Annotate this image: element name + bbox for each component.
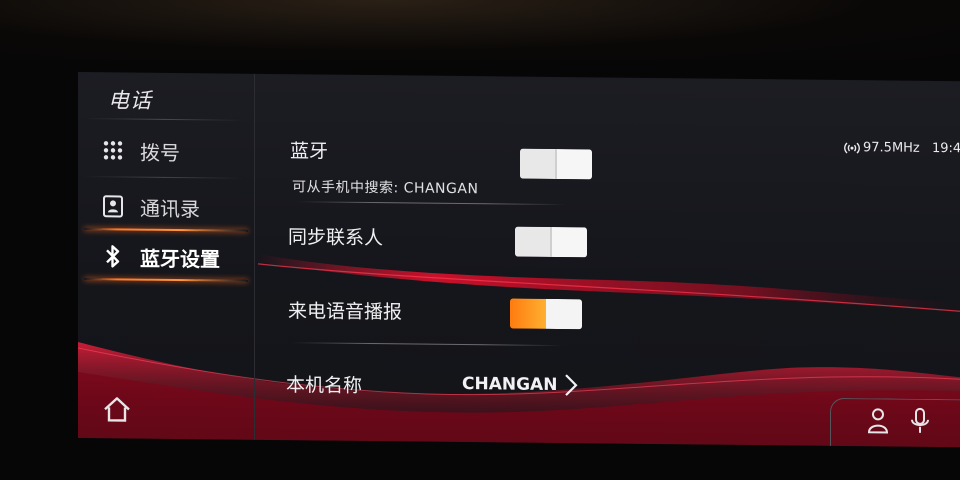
toggle-track: [510, 298, 546, 329]
sidebar-item-dial[interactable]: 拨号: [100, 130, 250, 172]
sidebar-item-label: 拨号: [140, 140, 180, 165]
divider: [84, 176, 244, 179]
microphone-icon: [911, 407, 929, 433]
radio-status: 97.5MHz: [844, 140, 920, 156]
chevron-right-icon: [565, 374, 578, 396]
radio-icon: [844, 142, 860, 154]
bluetooth-visibility-text: 可从手机中搜索: CHANGAN: [292, 179, 479, 198]
quick-action-panel: [830, 397, 960, 448]
device-name-value: CHANGAN: [462, 374, 558, 396]
home-button[interactable]: [102, 394, 132, 424]
call-announce-toggle[interactable]: [510, 298, 582, 330]
device-name-label: 本机名称: [286, 374, 363, 397]
sidebar-item-label: 通讯录: [140, 196, 200, 221]
active-indicator: [84, 228, 248, 232]
contacts-quick-button[interactable]: [866, 406, 890, 434]
infotainment-screen: 电话 拨号 通讯录 蓝牙设置 蓝牙 可从手机中搜索: CHANGAN 同步联系人…: [78, 72, 960, 448]
sidebar-item-bluetooth-settings[interactable]: 蓝牙设置: [100, 236, 250, 278]
toggle-knob: [555, 148, 592, 180]
bluetooth-icon: [100, 243, 126, 269]
device-name-row[interactable]: CHANGAN: [462, 372, 579, 397]
divider: [292, 342, 562, 347]
dialpad-icon: [100, 137, 126, 163]
sidebar-item-label: 蓝牙设置: [140, 246, 220, 271]
call-announce-label: 来电语音播报: [288, 300, 403, 324]
bezel: [0, 0, 960, 60]
sidebar-item-contacts[interactable]: 通讯录: [100, 186, 250, 228]
home-icon: [104, 397, 130, 422]
toggle-knob: [546, 298, 582, 330]
contacts-icon: [100, 193, 126, 219]
toggle-track: [520, 148, 555, 179]
radio-frequency: 97.5MHz: [863, 140, 920, 156]
divider: [84, 118, 244, 121]
voice-button[interactable]: [908, 407, 932, 435]
divider: [296, 201, 566, 206]
active-indicator: [84, 278, 248, 282]
clock-time: 19:4: [932, 140, 960, 157]
toggle-knob: [550, 226, 587, 258]
sync-contacts-toggle[interactable]: [515, 226, 587, 258]
person-icon: [867, 408, 889, 434]
toggle-track: [515, 226, 550, 257]
bluetooth-toggle[interactable]: [520, 148, 592, 180]
clock: 19:4: [932, 141, 960, 156]
bluetooth-label: 蓝牙: [290, 140, 329, 163]
sync-contacts-label: 同步联系人: [288, 226, 384, 250]
app-title: 电话: [108, 88, 152, 113]
sidebar: 电话 拨号 通讯录 蓝牙设置: [78, 72, 255, 440]
